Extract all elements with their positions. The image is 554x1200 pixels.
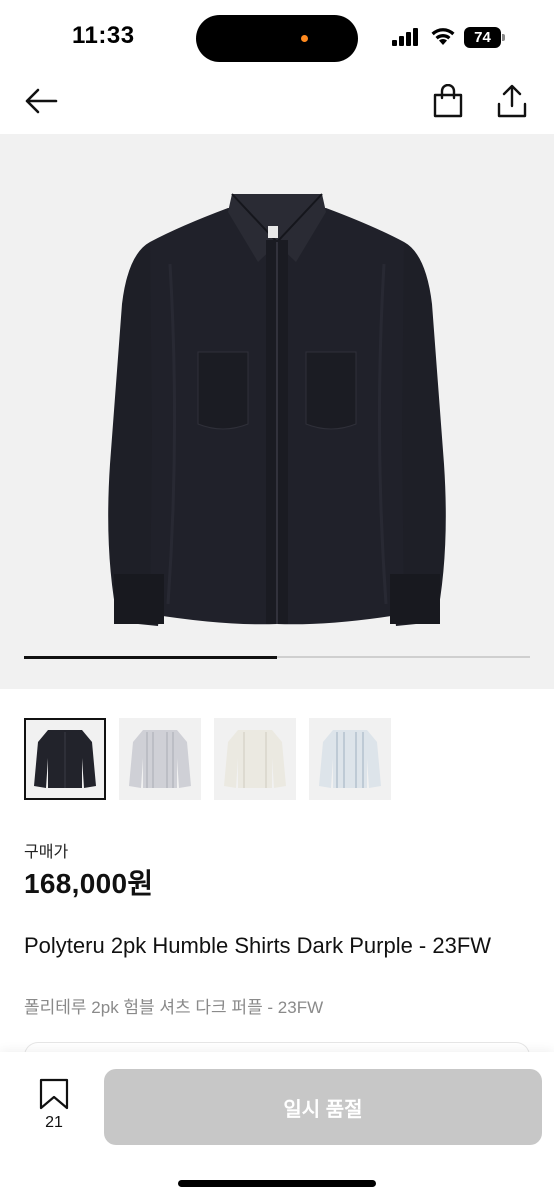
bookmark-count: 21: [45, 1114, 63, 1131]
home-indicator: [178, 1180, 376, 1187]
dynamic-island: [196, 15, 358, 62]
thumbnail-light-blue-stripe[interactable]: [309, 718, 391, 800]
product-image-gallery[interactable]: [0, 134, 554, 689]
gallery-progress-fill: [24, 655, 277, 659]
thumbnail-strip: [24, 718, 391, 800]
arrow-left-icon: [25, 88, 58, 114]
privacy-indicator-dot: [301, 35, 308, 42]
price-value: 168,000원: [24, 868, 154, 899]
thumbnail-dark-purple[interactable]: [24, 718, 106, 800]
share-icon: [497, 84, 527, 118]
battery-level: 74: [464, 27, 501, 48]
price-label: 구매가: [24, 844, 69, 861]
gallery-progress-track: [24, 655, 530, 659]
bookmark-icon: [39, 1078, 69, 1110]
cellular-signal-icon: [392, 28, 420, 46]
nav-bar: [0, 70, 554, 134]
soldout-button[interactable]: 일시 품절: [104, 1069, 542, 1145]
product-title-en: Polyteru 2pk Humble Shirts Dark Purple -…: [24, 933, 492, 958]
product-image-shirt: [108, 193, 446, 626]
thumbnail-gray-stripe[interactable]: [119, 718, 201, 800]
battery-icon: 74: [464, 27, 506, 48]
thumbnail-cream[interactable]: [214, 718, 296, 800]
bookmark-button[interactable]: 21: [34, 1078, 74, 1136]
wifi-icon: [431, 28, 455, 45]
cart-button[interactable]: [428, 80, 468, 122]
back-button[interactable]: [20, 82, 62, 120]
share-button[interactable]: [492, 80, 532, 122]
shopping-bag-icon: [433, 84, 463, 118]
status-time: 11:33: [72, 22, 135, 49]
product-title-ko: 폴리테루 2pk 험블 셔츠 다크 퍼플 - 23FW: [24, 998, 324, 1017]
bottom-action-bar: 21 일시 품절: [0, 1052, 554, 1200]
status-bar: 11:33 74: [0, 0, 554, 70]
